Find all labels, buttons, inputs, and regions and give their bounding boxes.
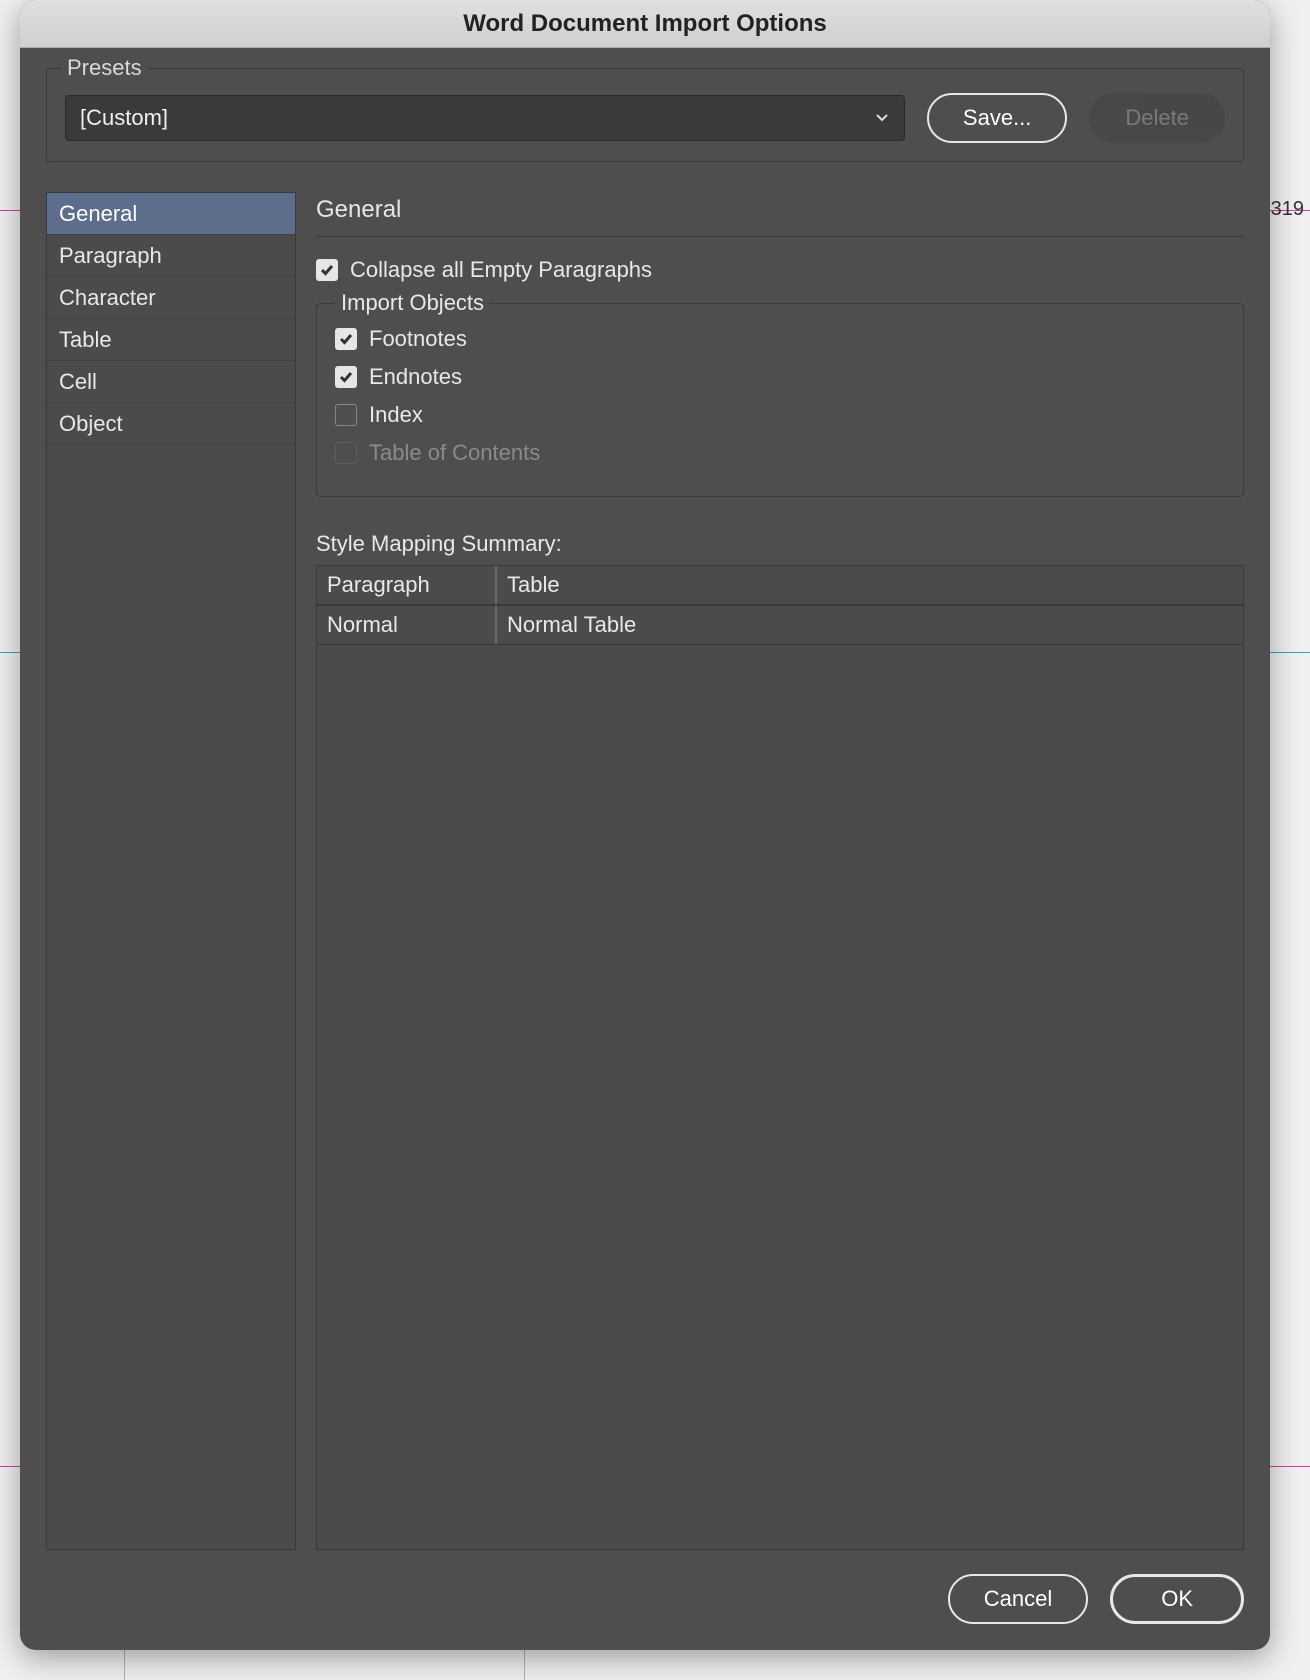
- table-header-row: Paragraph Table: [317, 566, 1243, 606]
- import-option-checkbox[interactable]: [335, 328, 357, 350]
- sidebar-item-object[interactable]: Object: [47, 403, 295, 445]
- dialog-titlebar: Word Document Import Options: [20, 0, 1270, 48]
- presets-select[interactable]: [Custom]: [65, 95, 905, 141]
- cell-paragraph: Normal: [317, 606, 497, 644]
- panel-separator: [316, 236, 1244, 237]
- import-option-checkbox[interactable]: [335, 404, 357, 426]
- import-option-row[interactable]: Index: [335, 402, 1225, 428]
- general-panel: General Collapse all Empty Paragraphs Im…: [316, 192, 1244, 1550]
- category-sidebar: General Paragraph Character Table Cell Object: [46, 192, 296, 1550]
- import-option-row[interactable]: Endnotes: [335, 364, 1225, 390]
- presets-legend: Presets: [61, 55, 148, 81]
- import-objects-group: Import Objects FootnotesEndnotesIndexTab…: [316, 303, 1244, 497]
- ruler-number: 319: [1271, 198, 1304, 221]
- collapse-paragraphs-label: Collapse all Empty Paragraphs: [350, 257, 652, 283]
- presets-group: Presets [Custom] Save... Delete: [46, 68, 1244, 162]
- import-option-checkbox: [335, 442, 357, 464]
- import-option-label: Endnotes: [369, 364, 462, 390]
- sidebar-item-label: Character: [59, 285, 156, 311]
- dialog-footer: Cancel OK: [46, 1550, 1244, 1624]
- ok-button[interactable]: OK: [1110, 1574, 1244, 1624]
- sidebar-item-label: Cell: [59, 369, 97, 395]
- sidebar-item-cell[interactable]: Cell: [47, 361, 295, 403]
- header-table: Table: [497, 566, 1243, 604]
- sidebar-item-table[interactable]: Table: [47, 319, 295, 361]
- import-objects-legend: Import Objects: [335, 290, 490, 316]
- table-row[interactable]: NormalNormal Table: [317, 606, 1243, 645]
- save-preset-button[interactable]: Save...: [927, 93, 1067, 143]
- sidebar-item-paragraph[interactable]: Paragraph: [47, 235, 295, 277]
- collapse-paragraphs-row[interactable]: Collapse all Empty Paragraphs: [316, 257, 1244, 283]
- sidebar-item-label: General: [59, 201, 137, 227]
- dialog-title: Word Document Import Options: [463, 10, 827, 38]
- collapse-paragraphs-checkbox[interactable]: [316, 259, 338, 281]
- sidebar-item-character[interactable]: Character: [47, 277, 295, 319]
- sidebar-item-label: Table: [59, 327, 112, 353]
- import-option-label: Index: [369, 402, 423, 428]
- presets-selected-value: [Custom]: [80, 105, 168, 131]
- sidebar-item-label: Object: [59, 411, 123, 437]
- cancel-button[interactable]: Cancel: [948, 1574, 1088, 1624]
- sidebar-item-label: Paragraph: [59, 243, 162, 269]
- import-option-label: Footnotes: [369, 326, 467, 352]
- import-option-label: Table of Contents: [369, 440, 540, 466]
- style-mapping-label: Style Mapping Summary:: [316, 531, 1244, 557]
- import-option-row: Table of Contents: [335, 440, 1225, 466]
- chevron-down-icon: [874, 105, 890, 131]
- import-options-dialog: Word Document Import Options Presets [Cu…: [20, 0, 1270, 1650]
- style-mapping-table: Paragraph Table NormalNormal Table: [316, 565, 1244, 1550]
- sidebar-item-general[interactable]: General: [47, 193, 295, 235]
- panel-title: General: [316, 192, 1244, 236]
- import-option-checkbox[interactable]: [335, 366, 357, 388]
- import-option-row[interactable]: Footnotes: [335, 326, 1225, 352]
- cell-table: Normal Table: [497, 606, 1243, 644]
- header-paragraph: Paragraph: [317, 566, 497, 604]
- delete-preset-button: Delete: [1089, 93, 1225, 143]
